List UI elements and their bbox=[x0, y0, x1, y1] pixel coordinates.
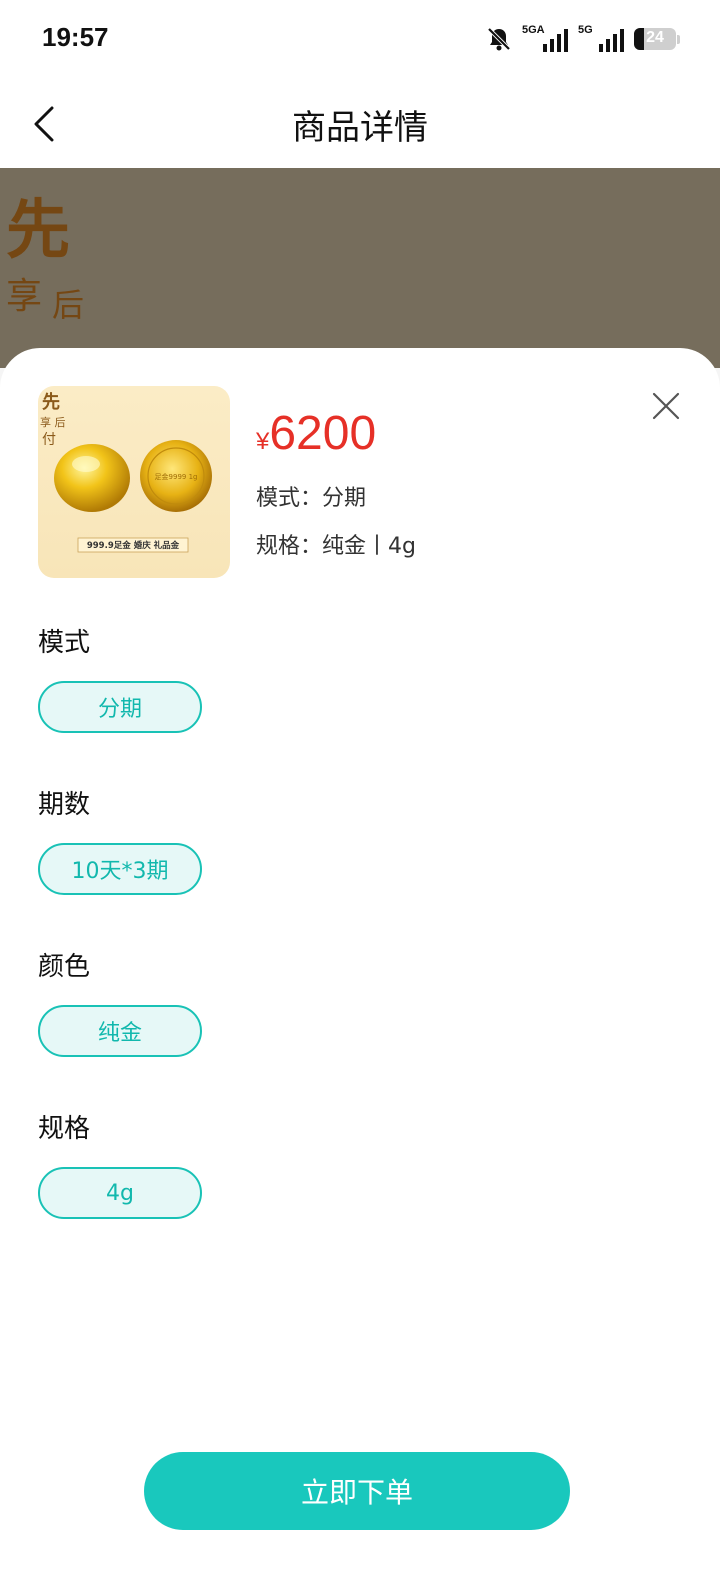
section-title-mode: 模式 bbox=[38, 628, 91, 658]
selected-mode-label: 模式 bbox=[256, 486, 322, 511]
section-title-periods: 期数 bbox=[38, 790, 91, 820]
option-mode-installment[interactable]: 分期 bbox=[38, 681, 202, 733]
gold-product-image: 先 享 后 付 足金9999 1g 999.9足金 婚庆 礼品金 bbox=[38, 386, 230, 578]
spec-sheet: 先 享 后 付 足金9999 1g 999.9足金 婚庆 礼品金 ¥6200 模… bbox=[0, 348, 720, 1584]
svg-text:足金9999 1g: 足金9999 1g bbox=[155, 472, 198, 481]
svg-text:先: 先 bbox=[42, 391, 60, 413]
battery-icon: 24 bbox=[634, 28, 676, 50]
svg-text:999.9足金 婚庆 礼品金: 999.9足金 婚庆 礼品金 bbox=[87, 540, 180, 551]
option-color-pure-gold[interactable]: 纯金 bbox=[38, 1005, 202, 1057]
price-currency: ¥ bbox=[256, 428, 270, 455]
status-bar: 19:57 5GA 5G 24 bbox=[0, 0, 720, 80]
option-spec-4g[interactable]: 4g bbox=[38, 1167, 202, 1219]
section-title-spec: 规格 bbox=[38, 1114, 91, 1144]
bell-muted-icon bbox=[487, 27, 511, 51]
signal-sim2-icon: 5G bbox=[578, 24, 624, 54]
option-periods[interactable]: 10天*3期 bbox=[38, 843, 202, 895]
price-value: 6200 bbox=[269, 407, 377, 460]
svg-text:享 后: 享 后 bbox=[40, 415, 66, 429]
svg-text:付: 付 bbox=[42, 432, 56, 448]
status-icons: 5GA 5G 24 bbox=[486, 24, 680, 54]
signal-sim1-icon: 5GA bbox=[522, 24, 568, 54]
status-time: 19:57 bbox=[42, 22, 109, 52]
selected-spec-label: 规格 bbox=[256, 534, 322, 559]
battery-tip bbox=[677, 34, 680, 44]
selected-mode: 模式分期 bbox=[256, 480, 366, 512]
price: ¥6200 bbox=[256, 406, 376, 461]
selected-mode-value: 分期 bbox=[322, 486, 367, 511]
product-thumbnail: 先 享 后 付 足金9999 1g 999.9足金 婚庆 礼品金 bbox=[38, 386, 230, 578]
selected-spec: 规格纯金丨4g bbox=[256, 528, 416, 560]
order-now-button[interactable]: 立即下单 bbox=[144, 1452, 570, 1530]
battery-level: 24 bbox=[646, 29, 664, 46]
close-button[interactable] bbox=[648, 388, 684, 424]
page-title: 商品详情 bbox=[292, 108, 428, 148]
nav-bar: 商品详情 bbox=[0, 80, 720, 168]
section-title-color: 颜色 bbox=[38, 952, 91, 982]
close-icon bbox=[652, 392, 680, 420]
selected-spec-value: 纯金丨4g bbox=[322, 534, 416, 559]
